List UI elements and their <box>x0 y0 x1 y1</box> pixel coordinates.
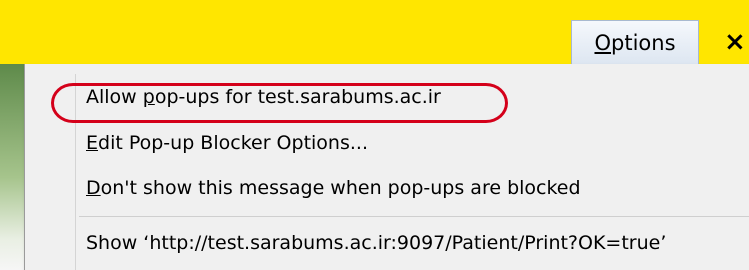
menu-item-access-key: p <box>142 86 155 108</box>
menu-item-dont-show-message[interactable]: Don't show this message when pop-ups are… <box>86 177 581 199</box>
options-button-access-key: O <box>594 30 612 55</box>
options-dropdown-menu: Allow pop-ups for test.sarabums.ac.ir Ed… <box>24 64 749 270</box>
menu-item-text: dit Pop-up Blocker Options... <box>98 132 368 154</box>
browser-window: Options × Allow pop-ups for test.sarabum… <box>0 0 749 270</box>
menu-item-access-key: D <box>86 177 101 199</box>
menu-item-text: Allow <box>86 86 143 108</box>
menu-gutter-divider <box>75 74 76 270</box>
menu-item-text: on't show this message when pop-ups are … <box>100 177 581 199</box>
close-icon[interactable]: × <box>724 20 749 64</box>
menu-item-show-blocked-popup[interactable]: Show ‘http://test.sarabums.ac.ir:9097/Pa… <box>86 232 666 254</box>
menu-item-edit-blocker-options[interactable]: Edit Pop-up Blocker Options... <box>86 132 368 154</box>
menu-item-access-key: E <box>86 132 99 154</box>
menu-item-allow-popups[interactable]: Allow pop-ups for test.sarabums.ac.ir <box>86 86 441 108</box>
options-button[interactable]: Options <box>571 20 699 64</box>
options-button-label: ptions <box>611 30 676 55</box>
menu-item-text: op-ups for test.sarabums.ac.ir <box>154 86 441 108</box>
menu-separator <box>79 216 749 217</box>
